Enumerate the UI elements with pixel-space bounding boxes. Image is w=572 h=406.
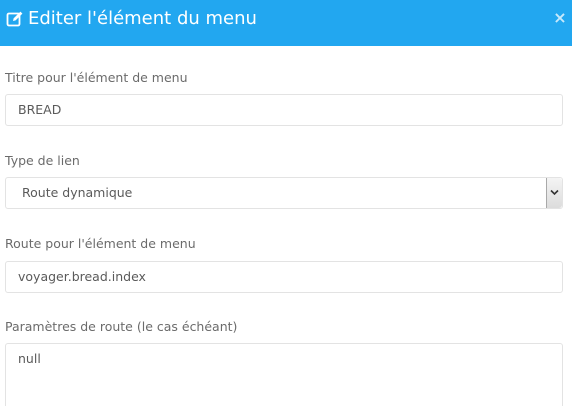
link-type-select[interactable]: Route dynamique bbox=[5, 177, 563, 209]
link-type-label: Type de lien bbox=[5, 153, 80, 168]
title-input[interactable]: BREAD bbox=[5, 94, 563, 126]
link-type-selected-value: Route dynamique bbox=[22, 185, 133, 200]
modal-title: Editer l'élément du menu bbox=[28, 8, 257, 29]
modal-header: Editer l'élément du menu × bbox=[0, 0, 572, 46]
chevron-down-icon bbox=[550, 189, 559, 196]
route-input[interactable]: voyager.bread.index bbox=[5, 261, 563, 293]
modal-body: Titre pour l'élément de menu BREAD Type … bbox=[0, 46, 572, 406]
route-label: Route pour l'élément de menu bbox=[5, 236, 196, 251]
select-arrow-button[interactable] bbox=[546, 178, 562, 208]
title-label: Titre pour l'élément de menu bbox=[5, 70, 188, 85]
edit-menu-item-modal: Editer l'élément du menu × Titre pour l'… bbox=[0, 0, 572, 406]
edit-icon bbox=[6, 10, 24, 28]
close-button[interactable]: × bbox=[552, 8, 568, 28]
route-params-textarea[interactable]: null bbox=[5, 343, 563, 406]
route-params-label: Paramètres de route (le cas échéant) bbox=[5, 319, 238, 334]
